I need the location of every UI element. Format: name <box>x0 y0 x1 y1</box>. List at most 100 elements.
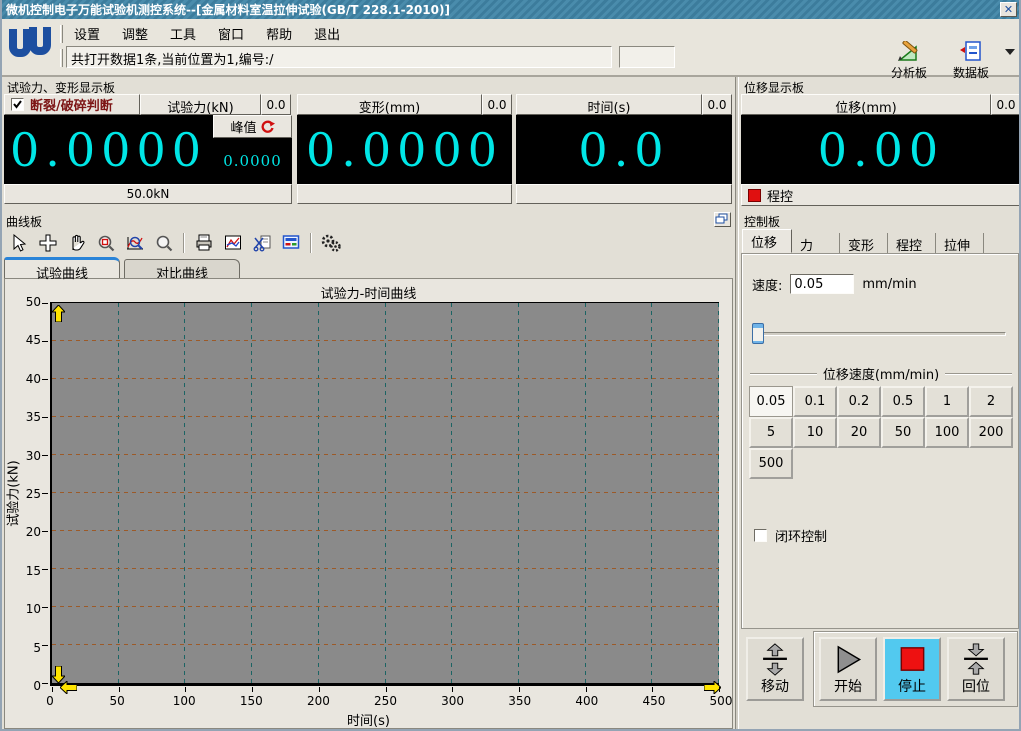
speed-preset-button[interactable]: 2 <box>969 386 1013 417</box>
pointer-tool-button[interactable] <box>6 231 32 255</box>
gridline-x-500 <box>718 303 719 683</box>
control-panel: 控制板 位移力变形程控拉伸 速度: mm/min 位移速度(mm/min) 0.… <box>739 211 1019 729</box>
home-button[interactable]: 回位 <box>947 637 1005 701</box>
speed-group-separator: 位移速度(mm/min) <box>750 364 1012 383</box>
tick-x-0 <box>52 687 53 692</box>
break-detect-checkbox[interactable] <box>11 98 24 111</box>
curve-tab-0[interactable]: 试验曲线 <box>4 257 120 282</box>
print-button[interactable] <box>191 231 217 255</box>
peak-button[interactable]: 峰值 <box>213 115 292 138</box>
analysis-ruler-pencil-icon <box>897 41 918 61</box>
speed-slider-thumb[interactable] <box>752 323 764 344</box>
speed-preset-button[interactable]: 500 <box>749 448 793 479</box>
menu-item-5[interactable]: 退出 <box>308 23 346 44</box>
speed-preset-button[interactable]: 100 <box>925 417 969 448</box>
zoom-out-tool-button[interactable] <box>151 231 177 255</box>
time-lcd-value: 0.0 <box>516 115 732 184</box>
break-detect-label: 断裂/破碎判断 <box>30 99 113 114</box>
control-tab-4[interactable]: 拉伸 <box>936 233 984 254</box>
system-settings-button[interactable] <box>318 231 344 255</box>
data-panel-button[interactable]: 数据板 <box>945 41 997 81</box>
tick-x-200 <box>318 687 320 692</box>
tick-label-x-300: 300 <box>441 694 465 708</box>
analysis-panel-button[interactable]: 分析板 <box>883 41 935 81</box>
stop-button[interactable]: 停止 <box>883 637 941 701</box>
zoom-curve-tool-button[interactable] <box>122 231 148 255</box>
tick-label-x-250: 250 <box>374 694 397 708</box>
speed-preset-button[interactable]: 0.05 <box>749 386 793 417</box>
gridline-y-5 <box>52 644 719 645</box>
tick-label-y-40: 40 <box>25 371 41 386</box>
y-axis-max-arrow-icon[interactable] <box>52 305 65 322</box>
displacement-lcd-value: 0.00 <box>741 115 1019 184</box>
speed-unit: mm/min <box>862 276 917 292</box>
move-tool-button[interactable] <box>35 231 61 255</box>
tick-x-300 <box>452 687 454 692</box>
brand-logo-icon <box>9 27 51 57</box>
maximize-panel-button[interactable] <box>714 212 731 227</box>
closed-loop-row[interactable]: 闭环控制 <box>754 526 827 545</box>
menu-item-3[interactable]: 窗口 <box>212 23 250 44</box>
closed-loop-checkbox[interactable] <box>754 529 767 542</box>
y-axis-tick-labels: 0 5 10 15 20 25 30 35 40 45 50 <box>9 295 45 693</box>
move-button[interactable]: 移动 <box>746 637 804 701</box>
menu-grip <box>60 25 63 43</box>
display-settings-button[interactable] <box>278 231 304 255</box>
break-detect-row[interactable]: 断裂/破碎判断 <box>4 94 140 115</box>
status-grip <box>60 49 63 67</box>
x-axis-min-arrow-icon[interactable] <box>60 681 77 694</box>
closed-loop-label: 闭环控制 <box>775 530 828 545</box>
zoom-box-tool-button[interactable] <box>93 231 119 255</box>
curve-settings-button[interactable] <box>220 231 246 255</box>
speed-preset-button[interactable]: 0.2 <box>837 386 881 417</box>
peak-label: 峰值 <box>230 121 257 136</box>
gridline-x-400 <box>584 303 586 683</box>
speed-preset-button[interactable]: 0.1 <box>793 386 837 417</box>
displacement-aux-value: 0.0 <box>991 94 1019 115</box>
tick-x-400 <box>585 687 587 692</box>
speed-input[interactable] <box>790 274 855 294</box>
gridline-y-25 <box>52 492 719 493</box>
gears-icon <box>321 234 341 252</box>
move-cross-icon <box>39 234 57 252</box>
speed-preset-button[interactable]: 5 <box>749 417 793 448</box>
tick-x-100 <box>185 687 187 692</box>
toolbar-separator <box>183 233 185 253</box>
toolbar-overflow-chevron-icon[interactable] <box>1005 49 1015 55</box>
curve-panel-title: 曲线板 <box>6 215 43 229</box>
maximize-icon <box>715 213 728 224</box>
data-cut-button[interactable] <box>249 231 275 255</box>
menu-item-1[interactable]: 调整 <box>116 23 154 44</box>
chart-plot-area[interactable] <box>42 302 721 694</box>
close-button[interactable]: ✕ <box>1000 2 1017 17</box>
speed-preset-button[interactable]: 0.5 <box>881 386 925 417</box>
curve-tab-1[interactable]: 对比曲线 <box>124 259 240 282</box>
menu-item-2[interactable]: 工具 <box>164 23 202 44</box>
gridline-x-350 <box>517 303 519 683</box>
menu-item-4[interactable]: 帮助 <box>260 23 298 44</box>
control-tab-3[interactable]: 程控 <box>888 233 936 254</box>
move-label: 移动 <box>761 679 789 695</box>
speed-preset-button[interactable]: 10 <box>793 417 837 448</box>
menu-item-0[interactable]: 设置 <box>68 23 106 44</box>
control-tab-0[interactable]: 位移 <box>742 229 792 253</box>
control-tab-2[interactable]: 变形 <box>840 233 888 254</box>
speed-preset-button[interactable]: 200 <box>969 417 1013 448</box>
control-tabs: 位移力变形 程控 拉伸 <box>742 229 984 254</box>
tick-label-y-0: 0 <box>33 679 41 693</box>
peak-reset-icon <box>261 120 275 133</box>
speed-slider-track[interactable] <box>752 332 1006 336</box>
data-panel-icon <box>960 41 981 61</box>
displacement-control-group: 速度: mm/min 位移速度(mm/min) 0.050.10.20.512 5… <box>741 253 1019 629</box>
start-button[interactable]: 开始 <box>819 637 877 701</box>
control-panel-title: 控制板 <box>744 215 781 229</box>
control-tab-1[interactable]: 力 <box>792 233 840 254</box>
gridline-x-450 <box>651 303 653 683</box>
gridline-y-30 <box>52 454 719 455</box>
speed-preset-button[interactable]: 50 <box>881 417 925 448</box>
tick-x-450 <box>652 687 654 692</box>
return-arrows-icon <box>964 643 988 675</box>
speed-preset-button[interactable]: 20 <box>837 417 881 448</box>
pan-tool-button[interactable] <box>64 231 90 255</box>
speed-preset-button[interactable]: 1 <box>925 386 969 417</box>
